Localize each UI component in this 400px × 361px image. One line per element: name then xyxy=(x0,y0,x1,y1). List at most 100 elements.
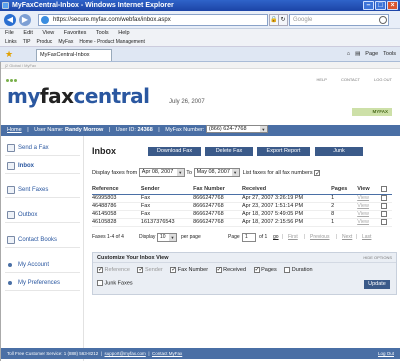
col-sender[interactable]: Sender xyxy=(140,185,194,195)
link-home-product-management[interactable]: Home - Product Management xyxy=(79,38,145,46)
table-row[interactable]: 46145058 Fax 8666247768 Apr 18, 2007 5:4… xyxy=(92,210,392,219)
col-fax-number[interactable]: Fax Number xyxy=(193,185,242,195)
fax-number-checkbox[interactable] xyxy=(170,266,176,273)
dropdown-arrow-icon: ▼ xyxy=(176,169,184,177)
fax-number-select[interactable]: (866) 624-7768 ▼ xyxy=(205,124,268,133)
home-link[interactable]: Home xyxy=(7,127,22,133)
hide-options-link[interactable]: HIDE OPTIONS xyxy=(363,253,392,263)
sidebar-item-my-account[interactable]: My Account xyxy=(5,257,80,273)
search-icon[interactable] xyxy=(379,16,387,24)
col-reference[interactable]: Reference xyxy=(92,185,141,195)
print-icon[interactable]: ▤ xyxy=(355,50,360,59)
page-menu[interactable]: Page xyxy=(365,50,378,59)
contact-link[interactable]: CONTACT xyxy=(341,77,360,82)
junk-button[interactable]: Junk xyxy=(315,147,363,156)
cell-pages: 1 xyxy=(331,218,358,227)
user-name-label: User Name: xyxy=(34,127,64,133)
col-view: View xyxy=(357,185,382,195)
pages-checkbox[interactable] xyxy=(253,266,260,273)
address-bar[interactable]: https://secure.myfax.com/webfax/inbox.as… xyxy=(38,14,268,26)
cell-sender: Fax xyxy=(140,194,194,203)
last-link[interactable]: Last xyxy=(362,233,371,242)
table-row[interactable]: 46488786 Fax 8666247768 Apr 23, 2007 1:5… xyxy=(92,202,392,211)
row-checkbox[interactable] xyxy=(381,210,388,217)
junk-option: Junk Faxes xyxy=(97,280,133,286)
menu-help[interactable]: Help xyxy=(118,30,129,36)
row-checkbox[interactable] xyxy=(381,202,388,209)
help-link[interactable]: HELP xyxy=(316,77,326,82)
search-input[interactable]: Google xyxy=(289,14,389,26)
row-checkbox[interactable] xyxy=(381,218,388,225)
link-myfax[interactable]: MyFax xyxy=(58,38,73,46)
update-button[interactable]: Update xyxy=(364,280,390,289)
cell-sender: Fax xyxy=(140,202,194,211)
favorites-star-icon[interactable]: ★ xyxy=(5,50,13,59)
back-arrow-icon[interactable]: ◀ xyxy=(4,14,16,26)
duration-checkbox[interactable] xyxy=(284,267,291,273)
logout-link[interactable]: LOG OUT xyxy=(374,77,392,82)
internet-explorer-icon xyxy=(2,2,9,9)
col-received[interactable]: Received xyxy=(241,185,332,195)
view-link[interactable]: View xyxy=(357,218,382,227)
home-icon[interactable]: ⌂ xyxy=(347,50,350,59)
sidebar-item-my-preferences[interactable]: My Preferences xyxy=(5,275,80,291)
cell-sender: Fax xyxy=(140,210,194,219)
delete-fax-button[interactable]: Delete Fax xyxy=(205,147,253,156)
sidebar-item-send-fax[interactable]: Send a Fax xyxy=(5,140,80,156)
minimize-button[interactable]: – xyxy=(363,1,374,10)
contact-myfax-link[interactable]: Contact MyFax xyxy=(152,351,182,356)
page-number-input[interactable]: 1 xyxy=(242,233,256,242)
date-filter: Display faxes from Apr 08, 2007 ▼ To May … xyxy=(92,168,320,179)
next-link[interactable]: Next xyxy=(342,233,352,242)
myfaxcentral-logo[interactable]: myfaxcentral xyxy=(6,79,150,108)
go-link[interactable]: go xyxy=(273,233,279,242)
row-checkbox[interactable] xyxy=(381,194,388,201)
col-pages[interactable]: Pages xyxy=(331,185,358,195)
support-email-link[interactable]: support@myfax.com xyxy=(104,351,145,356)
dropdown-arrow-icon: ▼ xyxy=(169,234,176,241)
date-from-select[interactable]: Apr 08, 2007 ▼ xyxy=(138,168,185,178)
refresh-icon[interactable]: ↻ xyxy=(278,14,288,26)
received-checkbox[interactable] xyxy=(215,266,222,273)
list-all-checkbox[interactable] xyxy=(314,169,320,179)
bullet-icon xyxy=(8,263,12,267)
bullet-icon xyxy=(8,281,12,285)
view-link[interactable]: View xyxy=(357,202,382,211)
forward-arrow-icon[interactable]: ▶ xyxy=(19,14,31,26)
close-window-button[interactable]: × xyxy=(387,1,398,10)
menu-file[interactable]: File xyxy=(5,30,14,36)
tools-menu[interactable]: Tools xyxy=(383,50,396,59)
view-link[interactable]: View xyxy=(357,210,382,219)
sidebar-item-inbox[interactable]: Inbox xyxy=(5,158,80,174)
menu-view[interactable]: View xyxy=(42,30,54,36)
menu-tools[interactable]: Tools xyxy=(96,30,109,36)
myfax-tab[interactable]: MYFAX xyxy=(352,108,392,116)
per-page-select[interactable]: 10 ▼ xyxy=(157,233,177,242)
view-link[interactable]: View xyxy=(357,194,382,203)
cell-received: Apr 18, 2007 5:49:05 PM xyxy=(241,210,332,219)
browser-tab[interactable]: MyFaxCentral-Inbox xyxy=(36,49,112,61)
date-to-select[interactable]: May 08, 2007 ▼ xyxy=(193,168,240,178)
table-row[interactable]: 46995803 Fax 8666247768 Apr 27, 2007 3:2… xyxy=(92,194,392,203)
sidebar-item-sent-faxes[interactable]: Sent Faxes xyxy=(5,182,80,198)
menu-favorites[interactable]: Favorites xyxy=(64,30,87,36)
reference-checkbox[interactable] xyxy=(97,266,103,273)
fax-number-label: MyFax Number: xyxy=(165,127,205,133)
link-tip[interactable]: TIP xyxy=(23,38,31,46)
previous-link[interactable]: Previous xyxy=(310,233,329,242)
page-title: Inbox xyxy=(92,146,116,156)
received-option-label: Received xyxy=(223,267,247,274)
select-all-checkbox[interactable] xyxy=(381,186,388,193)
download-fax-button[interactable]: Download Fax xyxy=(148,147,201,156)
sidebar-item-outbox[interactable]: Outbox xyxy=(5,207,80,223)
sidebar-item-contact-books[interactable]: Contact Books xyxy=(5,232,80,248)
junk-faxes-checkbox[interactable] xyxy=(97,280,103,286)
table-row[interactable]: 46105828 16137376543 8666247768 Apr 18, … xyxy=(92,218,392,227)
maximize-button[interactable]: □ xyxy=(375,1,386,10)
footer-logout-link[interactable]: Log Out xyxy=(378,348,394,359)
export-report-button[interactable]: Export Report xyxy=(257,147,310,156)
first-link[interactable]: First xyxy=(288,233,298,242)
link-produc[interactable]: Produc xyxy=(36,38,52,46)
sender-checkbox[interactable] xyxy=(137,266,143,273)
menu-edit[interactable]: Edit xyxy=(23,30,32,36)
